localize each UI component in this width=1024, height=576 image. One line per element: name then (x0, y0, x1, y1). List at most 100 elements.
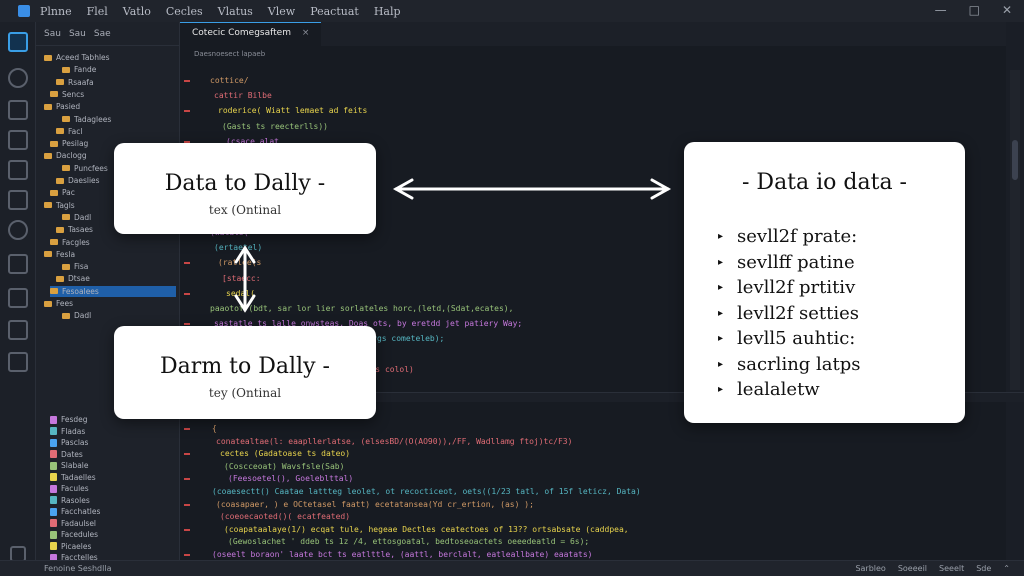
menu-item-window[interactable]: Vlew (268, 5, 295, 18)
menu-item-selection[interactable]: Cecles (166, 5, 203, 18)
gutter-marker (184, 528, 190, 531)
status-text[interactable]: Fenoine Seshdlla (44, 564, 111, 573)
menu-item-status[interactable]: Vlatus (218, 5, 253, 18)
status-item[interactable]: Sde (976, 564, 991, 573)
debug-icon[interactable] (8, 130, 28, 150)
file-icon (50, 450, 57, 458)
bullet-icon: ▸ (718, 256, 724, 268)
status-item[interactable]: ⌃ (1003, 564, 1010, 573)
bullet-icon: ▸ (718, 358, 724, 370)
tree-item[interactable]: Facchatles (50, 506, 176, 517)
explorer-tab[interactable]: Sae (94, 29, 111, 39)
tree-item[interactable]: Fesla (44, 249, 176, 260)
file-icon (50, 427, 57, 435)
folder-icon (62, 66, 70, 73)
explorer-icon[interactable] (8, 32, 28, 52)
tree-item[interactable]: Facules (50, 483, 176, 494)
tree-item[interactable]: Dates (50, 449, 176, 460)
explorer-tab[interactable]: Sau (69, 29, 86, 39)
package-icon[interactable] (8, 352, 28, 372)
editor-tab[interactable]: Cotecic Comegsaftem × (180, 22, 322, 46)
menu-item-edit[interactable]: Flel (87, 5, 108, 18)
tree-item[interactable]: Pasied (44, 101, 176, 112)
folder-icon (56, 226, 64, 233)
menu-item-file[interactable]: Plnne (40, 5, 72, 18)
menu-item-help[interactable]: Halp (374, 5, 401, 18)
tree-item[interactable]: Fadaulsel (50, 518, 176, 529)
tree-item[interactable]: Facl (56, 126, 176, 137)
tree-item[interactable]: Facgles (50, 237, 176, 248)
breadcrumb[interactable]: Daesnoesect lapaeb (180, 46, 1006, 62)
tree-item[interactable]: Fisa (62, 261, 176, 272)
folder-icon (44, 152, 52, 159)
layers-icon[interactable] (8, 320, 28, 340)
tree-item[interactable]: Slabale (50, 460, 176, 471)
card-list-item-label: levll2f prtitiv (737, 277, 856, 298)
tree-item[interactable]: Fesoalees (50, 285, 176, 297)
status-item[interactable]: Seeelt (939, 564, 964, 573)
tree-item[interactable]: Fees (44, 298, 176, 309)
file-icon (50, 496, 57, 504)
code-line: (ratlee(s (218, 258, 262, 268)
tree-item[interactable]: Picaeles (50, 541, 176, 552)
git-icon[interactable] (8, 190, 28, 210)
gutter-marker (184, 453, 190, 456)
tree-item[interactable]: Rasoles (50, 495, 176, 506)
card-list-item-label: levll2f setties (737, 302, 859, 324)
status-item[interactable]: Sarbleo (855, 564, 885, 573)
menu-item-project[interactable]: Peactuat (310, 5, 359, 18)
card-list-item-label: lealaletw (737, 379, 820, 400)
file-icon (50, 461, 57, 470)
search-icon[interactable] (8, 68, 28, 88)
tree-item-label: Dtsae (68, 274, 90, 284)
tree-item[interactable]: Fande (62, 64, 176, 75)
folder-icon (50, 189, 58, 196)
code-line: (coapataalaye(1/) ecqat tule, hegeae Dec… (224, 524, 629, 534)
document-icon[interactable] (8, 254, 28, 274)
tree-item-label: Pesilag (62, 139, 89, 149)
code-line: (oseelt boraon' laate bct ts eatlttle, (… (212, 550, 593, 559)
tree-item-label: Dadl (74, 311, 92, 321)
maximize-button[interactable]: □ (969, 3, 980, 17)
status-item[interactable]: Soeeeil (898, 564, 927, 573)
folder-icon (56, 128, 64, 135)
tree-item[interactable]: Sencs (50, 89, 176, 100)
terminal-icon[interactable] (8, 288, 28, 308)
scrollbar-thumb[interactable] (1012, 140, 1018, 180)
code-line: (coeoecaoted()( ecatfeated) (220, 512, 351, 522)
tree-item-label: Fesoalees (62, 286, 99, 296)
card-list-item-label: sacrling latps (737, 353, 861, 375)
settings-icon[interactable] (8, 220, 28, 240)
tab-close-icon[interactable]: × (302, 28, 310, 38)
card-subtitle: tex (Ontinal (208, 203, 282, 217)
tree-item[interactable]: Aceed Tabhles (44, 52, 176, 63)
menu-item-view[interactable]: Vatlo (123, 5, 151, 18)
folder-icon (50, 239, 58, 245)
file-icon (50, 415, 57, 424)
tree-item[interactable]: Facedules (50, 529, 176, 540)
file-icon (50, 484, 57, 493)
code-line: cectes (Gadatoase ts dateo) (220, 449, 351, 459)
tree-item[interactable]: Tadaglees (62, 114, 176, 125)
tree-item-label: Fande (74, 65, 97, 75)
code-line: (ertaetel) (214, 243, 263, 253)
tree-item-label: Tadaglees (74, 114, 112, 124)
tree-item[interactable]: Tadaelles (50, 472, 176, 483)
extensions-icon[interactable] (8, 160, 28, 180)
close-button[interactable]: ✕ (1002, 3, 1012, 17)
card-data-io-data: - Data io data - ▸ sevll2f prate: ▸ sevllff… (684, 142, 965, 423)
tree-item[interactable]: Rsaafa (56, 77, 176, 88)
explorer-tab[interactable]: Sau (44, 29, 61, 39)
editor-scrollbar[interactable] (1010, 70, 1020, 390)
tree-item[interactable]: Dtsae (56, 273, 176, 284)
minimize-button[interactable]: — (935, 3, 947, 17)
file-icon (50, 542, 57, 550)
source-control-icon[interactable] (8, 100, 28, 120)
tree-item[interactable]: Fladas (50, 426, 176, 437)
tree-item-label: Fesla (56, 249, 76, 259)
tree-item[interactable]: Pasclas (50, 437, 176, 448)
gutter-marker (184, 428, 190, 430)
tree-item-label: Tagls (56, 200, 75, 210)
tree-item-label: Facedules (61, 530, 99, 539)
tree-item[interactable]: Dadl (62, 310, 176, 321)
